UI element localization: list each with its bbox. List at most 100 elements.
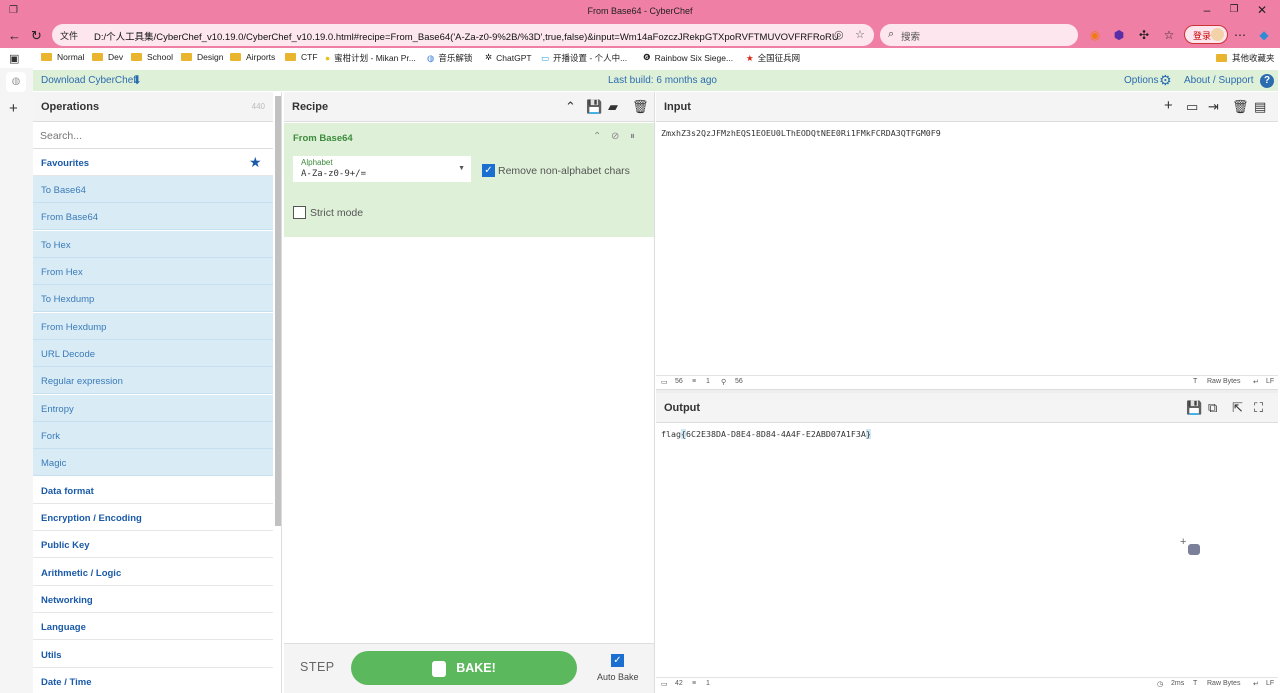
op-from-hex[interactable]: From Hex bbox=[33, 258, 273, 285]
eol-icon[interactable]: ↵ bbox=[1253, 680, 1259, 688]
encoding-icon[interactable]: T bbox=[1193, 378, 1197, 385]
help-icon[interactable]: ? bbox=[1260, 74, 1274, 88]
folder-icon bbox=[181, 53, 192, 61]
bookmark-normal[interactable]: Normal bbox=[41, 52, 84, 62]
extension-purple-icon[interactable]: ⬢ bbox=[1111, 28, 1127, 42]
operations-search-input[interactable] bbox=[33, 123, 273, 149]
op-url-decode[interactable]: URL Decode bbox=[33, 340, 273, 367]
bookmark-label: 音乐解锁 bbox=[438, 53, 473, 63]
new-tab-icon[interactable]: + bbox=[9, 100, 18, 117]
clear-recipe-icon[interactable]: 🗑 bbox=[632, 99, 649, 115]
more-menu-icon[interactable]: ⋯ bbox=[1232, 28, 1248, 42]
read-aloud-icon[interactable]: ◎ bbox=[834, 28, 844, 41]
strict-mode-checkbox[interactable] bbox=[293, 206, 306, 219]
address-bar[interactable]: 文件 D:/个人工具集/CyberChef_v10.19.0/CyberChef… bbox=[52, 24, 874, 46]
op-to-hex[interactable]: To Hex bbox=[33, 231, 273, 258]
profile-login-button[interactable]: 登录 bbox=[1184, 25, 1228, 44]
category-data-format[interactable]: Data format bbox=[33, 477, 273, 504]
back-icon[interactable]: ← bbox=[8, 28, 21, 43]
op-to-base64[interactable]: To Base64 bbox=[33, 176, 273, 203]
download-icon[interactable]: ⬇ bbox=[132, 73, 142, 87]
maximize-button[interactable]: ❐ bbox=[1227, 4, 1241, 16]
options-link[interactable]: Options bbox=[1124, 75, 1158, 86]
open-file-icon[interactable]: ⇥ bbox=[1208, 99, 1219, 115]
category-language[interactable]: Language bbox=[33, 613, 273, 640]
folder-icon bbox=[92, 53, 103, 61]
category-utils[interactable]: Utils bbox=[33, 641, 273, 668]
alphabet-select[interactable]: Alphabet A-Za-z0-9+/= ▼ bbox=[293, 156, 471, 182]
bookmark-dev[interactable]: Dev bbox=[92, 52, 123, 62]
bookmark-airports[interactable]: Airports bbox=[230, 52, 275, 62]
bookmark-other[interactable]: 其他收藏夹 bbox=[1216, 52, 1275, 64]
output-text[interactable]: flag{6C2E38DA-D8E4-8D84-4A4F-E2ABD07A1F3… bbox=[661, 429, 871, 439]
auto-bake-label: Auto Bake bbox=[597, 672, 639, 682]
bookmark-rainbow-six[interactable]: ❻ Rainbow Six Siege... bbox=[643, 52, 733, 63]
collapse-all-icon[interactable]: ⌃ bbox=[565, 99, 576, 115]
op-from-hexdump[interactable]: From Hexdump bbox=[33, 313, 273, 340]
extensions-puzzle-icon[interactable]: ✣ bbox=[1136, 28, 1152, 42]
output-encoding[interactable]: Raw Bytes bbox=[1207, 680, 1240, 687]
extension-orange-icon[interactable]: ◉ bbox=[1087, 28, 1103, 42]
browser-search-box[interactable]: ⌕ 搜索 bbox=[880, 24, 1078, 46]
favorite-star-icon[interactable]: ☆ bbox=[855, 28, 865, 41]
input-eol[interactable]: LF bbox=[1266, 378, 1274, 385]
category-date-time[interactable]: Date / Time bbox=[33, 668, 273, 693]
op-magic[interactable]: Magic bbox=[33, 449, 273, 476]
favorites-icon[interactable]: ☆ bbox=[1161, 28, 1177, 42]
output-eol[interactable]: LF bbox=[1266, 680, 1274, 687]
bookmark-design[interactable]: Design bbox=[181, 52, 223, 62]
clear-input-icon[interactable]: 🗑 bbox=[1232, 99, 1249, 115]
replace-input-icon[interactable]: ⇱ bbox=[1232, 400, 1243, 416]
copy-output-icon[interactable]: ⧉ bbox=[1208, 400, 1217, 416]
bookmark-school[interactable]: School bbox=[131, 52, 173, 62]
output-lines: 1 bbox=[706, 680, 710, 687]
op-to-hexdump[interactable]: To Hexdump bbox=[33, 285, 273, 312]
bookmark-recruit[interactable]: ★ 全国征兵网 bbox=[746, 52, 800, 64]
bake-button[interactable]: BAKE! bbox=[351, 651, 577, 685]
about-link[interactable]: About / Support bbox=[1184, 75, 1254, 86]
auto-bake-checkbox[interactable]: ✓ bbox=[611, 654, 624, 667]
op-from-base64[interactable]: From Base64 bbox=[33, 203, 273, 230]
remove-non-alphabet-checkbox[interactable]: ✓ bbox=[482, 164, 495, 177]
tab-actions-icon[interactable]: ▣ bbox=[9, 52, 19, 65]
eol-icon[interactable]: ↵ bbox=[1253, 378, 1259, 386]
category-favourites[interactable]: Favourites ★ bbox=[33, 149, 273, 176]
load-recipe-icon[interactable]: ▰ bbox=[608, 99, 618, 115]
copilot-icon[interactable]: ◆ bbox=[1256, 28, 1272, 42]
maximize-output-icon[interactable]: ⛶ bbox=[1254, 400, 1263, 416]
active-tab-icon[interactable]: ◍ bbox=[6, 72, 26, 92]
open-folder-icon[interactable]: ▭ bbox=[1186, 99, 1198, 115]
collapse-operation-icon[interactable]: ⌃ bbox=[593, 131, 601, 142]
download-link[interactable]: Download CyberChef bbox=[41, 75, 136, 86]
bookmark-live-settings[interactable]: ▭ 开播设置 - 个人中... bbox=[541, 52, 627, 64]
input-encoding[interactable]: Raw Bytes bbox=[1207, 378, 1240, 385]
op-regular-expression[interactable]: Regular expression bbox=[33, 367, 273, 394]
operations-scrollbar[interactable] bbox=[275, 96, 281, 526]
category-encryption-encoding[interactable]: Encryption / Encoding bbox=[33, 504, 273, 531]
category-arithmetic-logic[interactable]: Arithmetic / Logic bbox=[33, 559, 273, 586]
step-button[interactable]: STEP bbox=[300, 660, 335, 674]
op-fork[interactable]: Fork bbox=[33, 422, 273, 449]
cyberchef-banner: Download CyberChef ⬇ Last build: 6 month… bbox=[33, 70, 1278, 91]
disable-operation-icon[interactable]: ⊘ bbox=[611, 131, 619, 142]
bookmark-chatgpt[interactable]: ✲ ChatGPT bbox=[485, 52, 532, 63]
url-text[interactable]: D:/个人工具集/CyberChef_v10.19.0/CyberChef_v1… bbox=[94, 29, 839, 43]
pause-operation-icon[interactable]: ⏸ bbox=[630, 131, 635, 142]
op-entropy[interactable]: Entropy bbox=[33, 395, 273, 422]
close-window-button[interactable]: ✕ bbox=[1255, 4, 1269, 16]
add-tab-icon[interactable]: + bbox=[1164, 97, 1173, 114]
input-textarea[interactable]: ZmxhZ3s2QzJFMzhEQS1EOEU0LThEODQtNEE0Ri1F… bbox=[661, 128, 941, 138]
bookmark-label: Dev bbox=[108, 52, 124, 62]
bookmark-mikan[interactable]: ● 蜜柑计划 - Mikan Pr... bbox=[325, 52, 416, 64]
save-recipe-icon[interactable]: 💾 bbox=[586, 99, 602, 115]
category-networking[interactable]: Networking bbox=[33, 586, 273, 613]
bookmark-music-unlock[interactable]: ◍ 音乐解锁 bbox=[427, 52, 472, 64]
reset-layout-icon[interactable]: ▤ bbox=[1254, 99, 1266, 115]
bookmark-ctf[interactable]: CTF bbox=[285, 52, 318, 62]
category-public-key[interactable]: Public Key bbox=[33, 531, 273, 558]
save-output-icon[interactable]: 💾 bbox=[1186, 400, 1202, 416]
minimize-button[interactable]: – bbox=[1200, 4, 1214, 16]
reload-icon[interactable]: ↻ bbox=[31, 28, 42, 44]
encoding-icon[interactable]: T bbox=[1193, 680, 1197, 687]
gear-icon[interactable]: ⚙ bbox=[1159, 72, 1172, 89]
